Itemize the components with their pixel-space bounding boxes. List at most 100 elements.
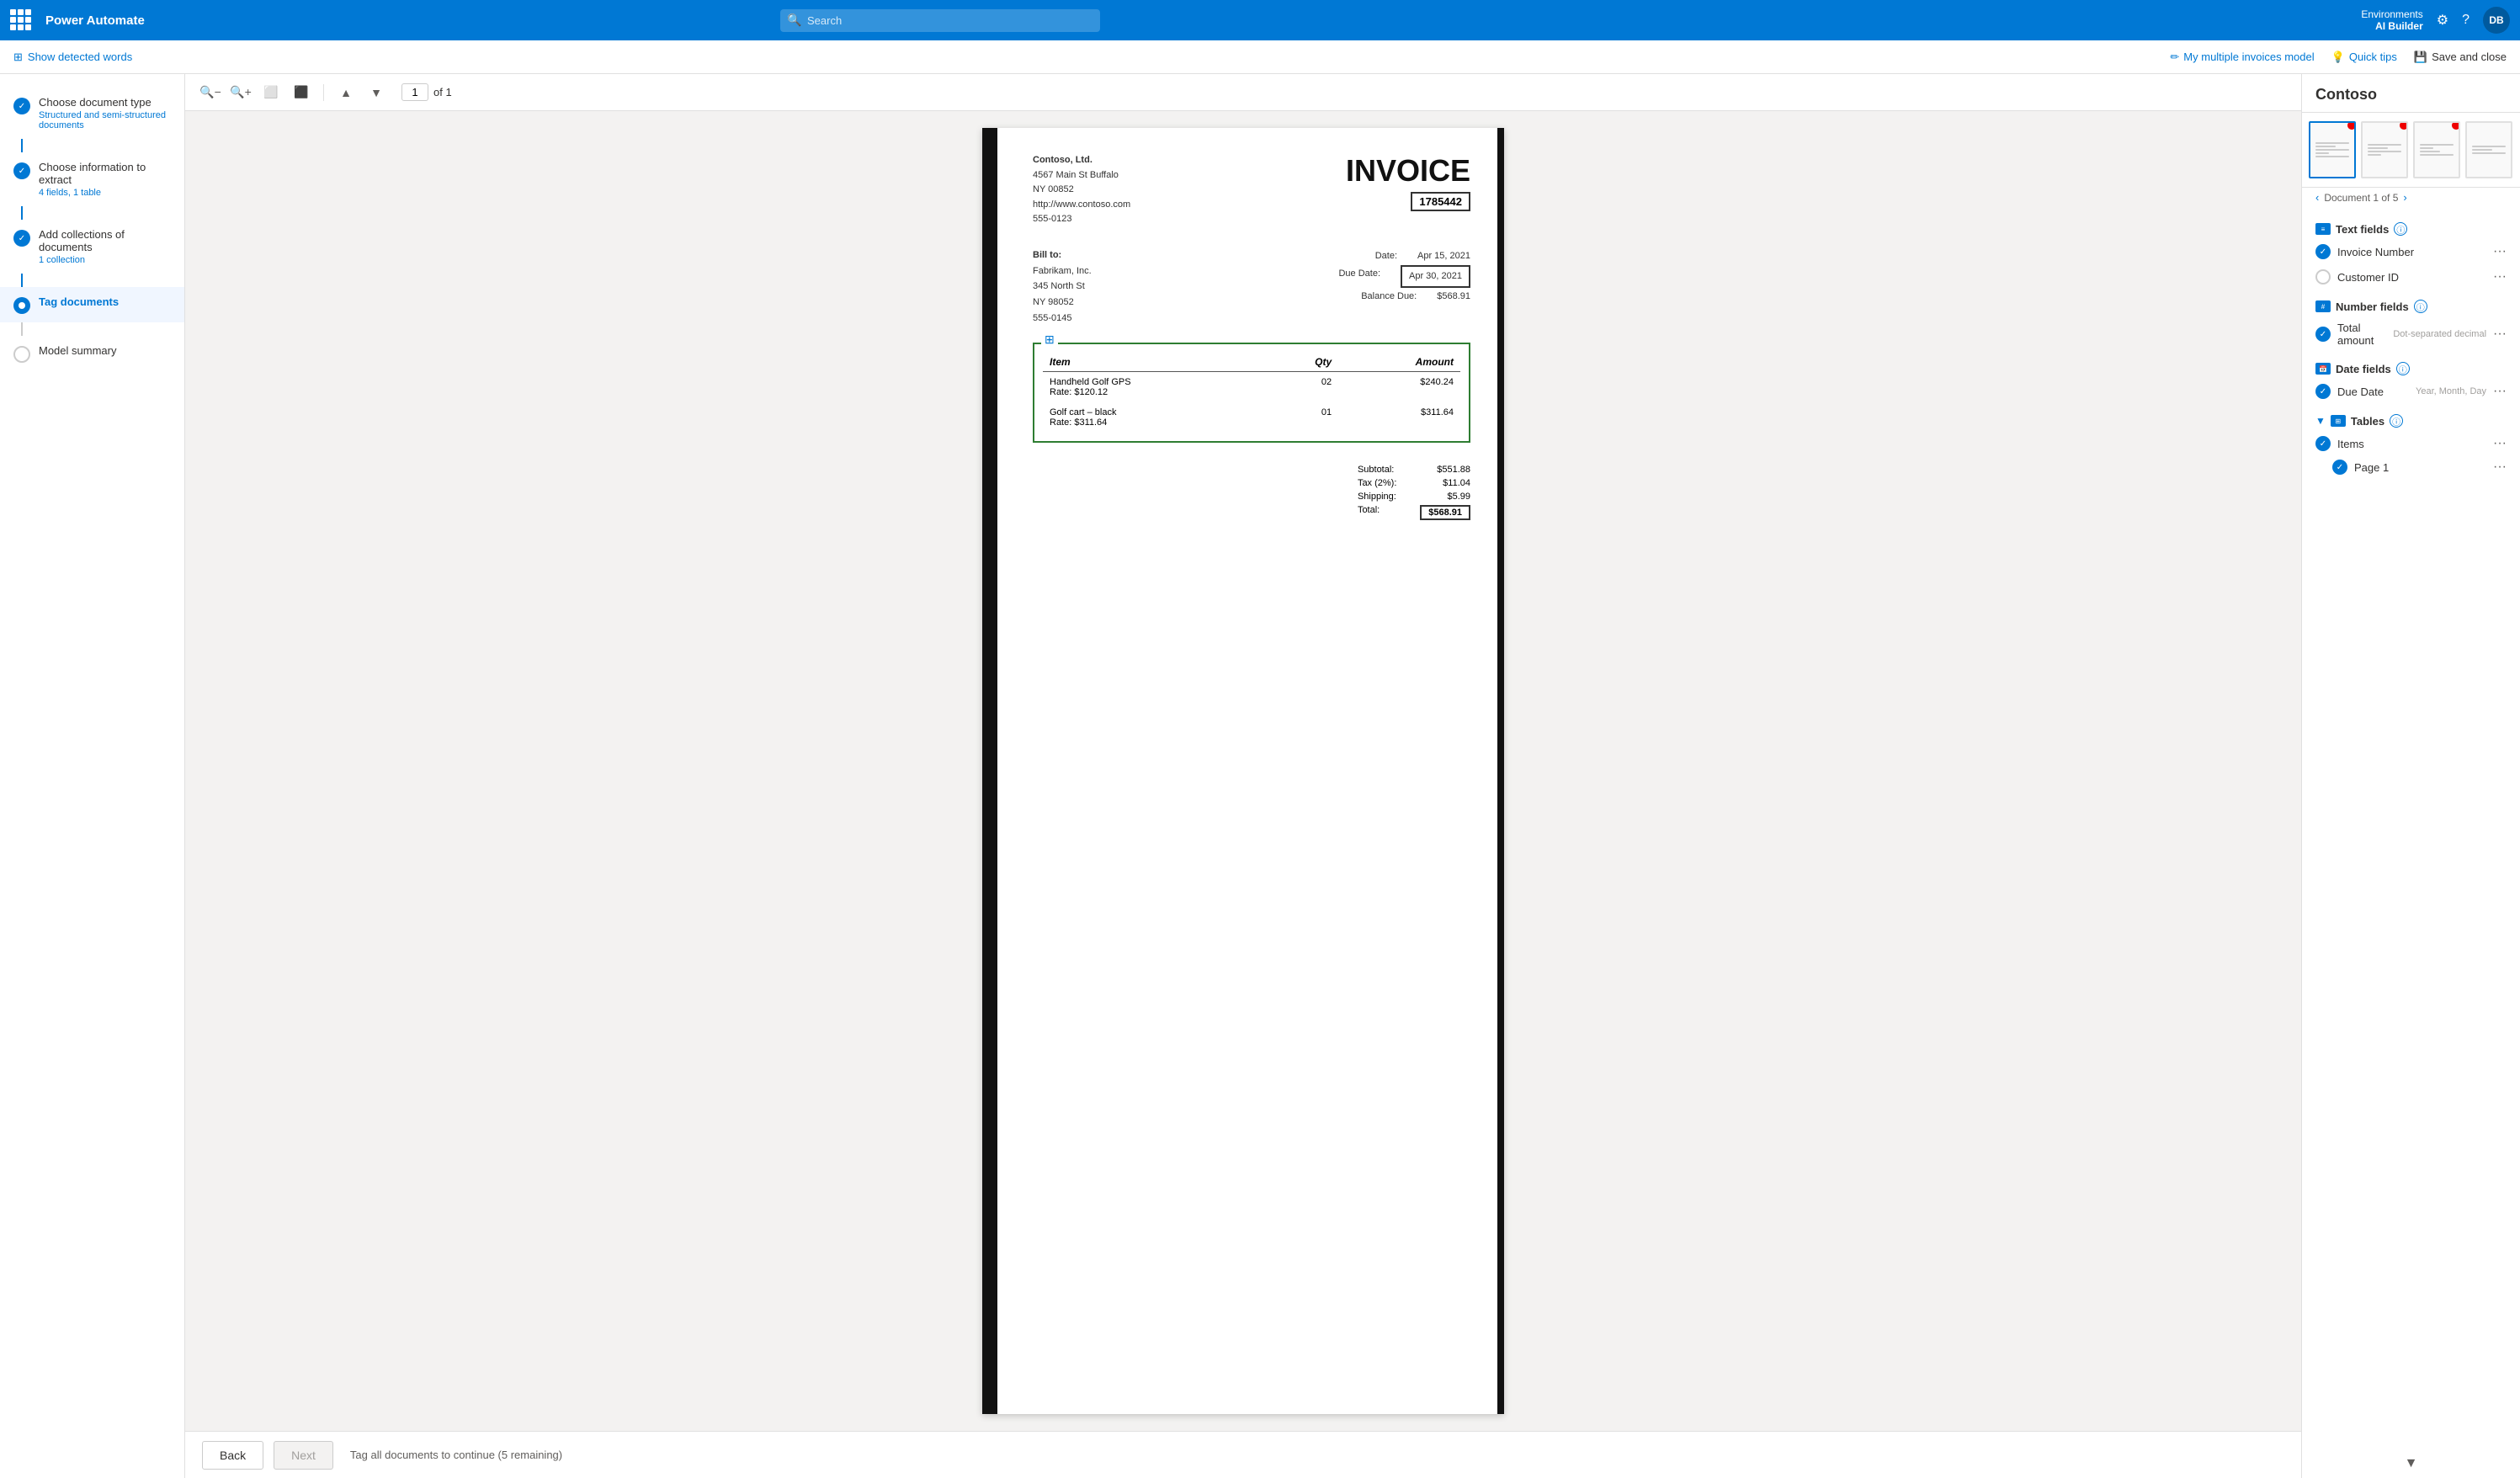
sidebar-item-add-collections[interactable]: ✓ Add collections of documents 1 collect… bbox=[0, 220, 184, 274]
thumb-3[interactable] bbox=[2413, 121, 2460, 178]
invoice-dates: Date: Apr 15, 2021 Due Date: Apr 30, 202… bbox=[1338, 247, 1470, 326]
footer: Back Next Tag all documents to continue … bbox=[185, 1431, 2301, 1478]
scroll-down-icon: ▼ bbox=[2405, 1456, 2418, 1471]
thumb-2[interactable] bbox=[2361, 121, 2408, 178]
toolbar-separator bbox=[323, 84, 324, 101]
sidebar-item-text-2: Choose information to extract 4 fields, … bbox=[39, 161, 171, 198]
items-check: ✓ bbox=[2315, 436, 2331, 451]
next-doc-icon[interactable]: › bbox=[2403, 191, 2406, 204]
text-fields-header: ≡ Text fields ⓘ bbox=[2302, 215, 2520, 239]
row2-amount: $311.64 bbox=[1338, 402, 1460, 433]
due-date-hint: Year, Month, Day bbox=[2416, 386, 2486, 396]
avatar[interactable]: DB bbox=[2483, 7, 2510, 34]
next-page-icon[interactable]: ▼ bbox=[364, 81, 388, 104]
total-amount-field[interactable]: ✓ Total amount Dot-separated decimal ··· bbox=[2302, 316, 2520, 352]
number-fields-icon: # bbox=[2315, 300, 2331, 312]
date-fields-header: 📅 Date fields ⓘ bbox=[2302, 355, 2520, 379]
table-row: Golf cart – blackRate: $311.64 01 $311.6… bbox=[1043, 402, 1460, 433]
items-more[interactable]: ··· bbox=[2493, 437, 2507, 450]
show-words-link[interactable]: ⊞ Show detected words bbox=[13, 51, 132, 64]
row2-qty: 01 bbox=[1267, 402, 1338, 433]
app-launcher-icon[interactable] bbox=[10, 9, 32, 31]
customer-id-more[interactable]: ··· bbox=[2493, 270, 2507, 284]
thumb-4[interactable] bbox=[2465, 121, 2512, 178]
invoice-table-area: ⊞ Item Qty Amount H bbox=[1033, 343, 1470, 443]
date-fields-label: Date fields bbox=[2336, 363, 2391, 375]
fit-width-icon[interactable]: ⬛ bbox=[290, 81, 313, 104]
shipping-value: $5.99 bbox=[1447, 492, 1470, 502]
balance-due-value: $568.91 bbox=[1437, 288, 1470, 306]
sidebar-title-4: Tag documents bbox=[39, 295, 171, 308]
right-fields: ≡ Text fields ⓘ ✓ Invoice Number ··· Cus… bbox=[2302, 209, 2520, 1449]
sidebar-item-choose-doc[interactable]: ✓ Choose document type Structured and se… bbox=[0, 88, 184, 139]
quick-tips-link[interactable]: 💡 Quick tips bbox=[2331, 51, 2397, 64]
invoice-bill-section: Bill to: Fabrikam, Inc. 345 North St NY … bbox=[1033, 247, 1470, 326]
sidebar-icon-done-3: ✓ bbox=[13, 230, 30, 247]
connector-4 bbox=[21, 322, 23, 336]
scroll-indicator: ▼ bbox=[2302, 1449, 2520, 1478]
date-fields-info-icon[interactable]: ⓘ bbox=[2396, 362, 2410, 375]
sidebar-item-model-summary[interactable]: Model summary bbox=[0, 336, 184, 371]
invoice-number-box: 1785442 bbox=[1411, 192, 1470, 211]
date-fields-section: 📅 Date fields ⓘ ✓ Due Date Year, Month, … bbox=[2302, 355, 2520, 404]
search-bar: 🔍 bbox=[780, 9, 1100, 32]
subtotal-value: $551.88 bbox=[1437, 465, 1470, 475]
bill-to-info: Bill to: Fabrikam, Inc. 345 North St NY … bbox=[1033, 247, 1092, 326]
footer-status: Tag all documents to continue (5 remaini… bbox=[350, 1449, 562, 1461]
thumb-lines-3 bbox=[2420, 142, 2454, 157]
page1-sub-item[interactable]: ✓ Page 1 ··· bbox=[2302, 456, 2520, 478]
main-layout: ✓ Choose document type Structured and se… bbox=[0, 74, 2520, 1478]
thumb-lines-2 bbox=[2368, 142, 2401, 157]
prev-doc-icon[interactable]: ‹ bbox=[2315, 191, 2319, 204]
sidebar-item-tag-docs[interactable]: Tag documents bbox=[0, 287, 184, 322]
settings-icon[interactable]: ⚙ bbox=[2437, 12, 2448, 29]
model-link[interactable]: ✏ My multiple invoices model bbox=[2170, 51, 2314, 64]
sidebar-title-5: Model summary bbox=[39, 344, 171, 357]
zoom-out-icon[interactable]: 🔍− bbox=[199, 81, 222, 104]
sidebar-title-2: Choose information to extract bbox=[39, 161, 171, 186]
sidebar: ✓ Choose document type Structured and se… bbox=[0, 74, 185, 1478]
zoom-in-icon[interactable]: 🔍+ bbox=[229, 81, 253, 104]
due-date-more[interactable]: ··· bbox=[2493, 385, 2507, 398]
sidebar-item-text-3: Add collections of documents 1 collectio… bbox=[39, 228, 171, 265]
save-close-link[interactable]: 💾 Save and close bbox=[2414, 51, 2507, 64]
tables-toggle-icon[interactable]: ▼ bbox=[2315, 415, 2326, 427]
date-row: Date: Apr 15, 2021 bbox=[1338, 247, 1470, 265]
tables-info-icon[interactable]: ⓘ bbox=[2390, 414, 2403, 428]
text-fields-icon: ≡ bbox=[2315, 223, 2331, 235]
sidebar-icon-active bbox=[13, 297, 30, 314]
number-fields-header: # Number fields ⓘ bbox=[2302, 293, 2520, 316]
sidebar-item-choose-info[interactable]: ✓ Choose information to extract 4 fields… bbox=[0, 152, 184, 206]
number-fields-info-icon[interactable]: ⓘ bbox=[2414, 300, 2427, 313]
left-border bbox=[982, 128, 997, 1414]
invoice-number-field[interactable]: ✓ Invoice Number ··· bbox=[2302, 239, 2520, 264]
document-thumbnails bbox=[2302, 113, 2520, 188]
right-panel: Contoso bbox=[2301, 74, 2520, 1478]
fit-page-icon[interactable]: ⬜ bbox=[259, 81, 283, 104]
due-date-field[interactable]: ✓ Due Date Year, Month, Day ··· bbox=[2302, 379, 2520, 404]
customer-address: 345 North St bbox=[1033, 281, 1085, 291]
search-input[interactable] bbox=[780, 9, 1100, 32]
page1-more[interactable]: ··· bbox=[2493, 460, 2507, 474]
help-icon[interactable]: ? bbox=[2462, 13, 2469, 28]
row1-qty: 02 bbox=[1267, 372, 1338, 403]
thumb-1[interactable] bbox=[2309, 121, 2356, 178]
next-button[interactable]: Next bbox=[274, 1441, 333, 1470]
doc-counter-text: Document 1 of 5 bbox=[2324, 192, 2398, 204]
total-amount-label: Total amount bbox=[2337, 322, 2386, 347]
prev-page-icon[interactable]: ▲ bbox=[334, 81, 358, 104]
items-table-item[interactable]: ✓ Items ··· bbox=[2302, 431, 2520, 456]
save-icon: 💾 bbox=[2414, 51, 2427, 64]
col-item: Item bbox=[1043, 353, 1267, 372]
company-phone: 555-0123 bbox=[1033, 214, 1072, 224]
back-button[interactable]: Back bbox=[202, 1441, 263, 1470]
total-amount-more[interactable]: ··· bbox=[2493, 327, 2507, 341]
customer-id-field[interactable]: Customer ID ··· bbox=[2302, 264, 2520, 290]
invoice-number-more[interactable]: ··· bbox=[2493, 245, 2507, 258]
invoice-table: Item Qty Amount Handheld Golf GPSRate: $… bbox=[1043, 353, 1460, 433]
balance-due-label: Balance Due: bbox=[1361, 288, 1417, 306]
text-fields-info-icon[interactable]: ⓘ bbox=[2394, 222, 2407, 236]
page-total: of 1 bbox=[433, 86, 452, 98]
page-number-input[interactable] bbox=[401, 83, 428, 101]
number-fields-section: # Number fields ⓘ ✓ Total amount Dot-sep… bbox=[2302, 293, 2520, 352]
